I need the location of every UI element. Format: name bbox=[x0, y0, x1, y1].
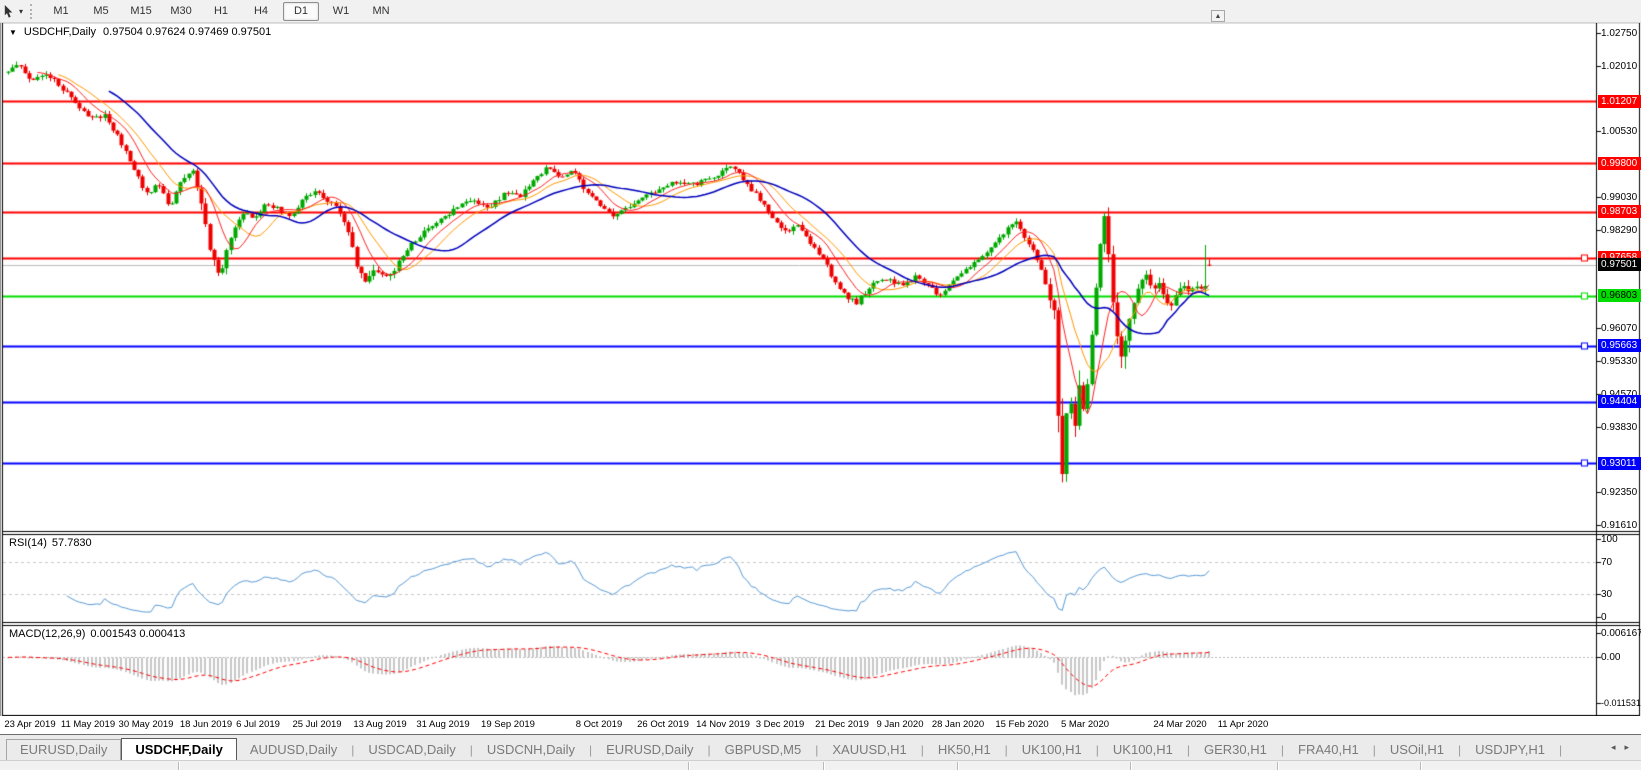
date-tick-label: 5 Mar 2020 bbox=[1060, 719, 1110, 730]
scrollbar-up-button[interactable]: ▲ bbox=[1211, 10, 1225, 22]
rsi-indicator-label: RSI(14) 57.7830 bbox=[9, 537, 97, 549]
status-bar-separator bbox=[1130, 762, 1132, 770]
date-tick-label: 19 Sep 2019 bbox=[481, 719, 535, 730]
tab-separator: | bbox=[1559, 743, 1563, 757]
level-price-label: 0.96803 bbox=[1598, 289, 1641, 303]
tab-scroll-arrows: ◂ ▸ bbox=[1611, 735, 1629, 760]
ohlc-values: 0.97504 0.97624 0.97469 0.97501 bbox=[103, 26, 272, 38]
status-bar-separator bbox=[957, 762, 959, 770]
macd-values: 0.001543 0.000413 bbox=[90, 628, 186, 640]
chart-tabs-bar: EURUSD,Daily USDCHF,Daily AUDUSD,Daily | USD… bbox=[0, 734, 1641, 760]
level-price-label: 0.93011 bbox=[1598, 456, 1641, 470]
price-tick-label: 0.96070 bbox=[1601, 323, 1638, 335]
tab-uk100-h1[interactable]: UK100,H1 bbox=[1100, 740, 1186, 760]
date-tick-label: 11 Apr 2020 bbox=[1217, 719, 1269, 730]
status-bar-separator bbox=[688, 762, 690, 770]
timeframe-button-m30[interactable]: M30 bbox=[163, 2, 199, 21]
date-tick-label: 8 Oct 2019 bbox=[575, 719, 623, 730]
price-tick-label: 0.92350 bbox=[1601, 487, 1638, 499]
tab-hk50-h1[interactable]: HK50,H1 bbox=[925, 740, 1004, 760]
tab-fra40-h1[interactable]: FRA40,H1 bbox=[1285, 740, 1372, 760]
time-axis: 23 Apr 2019 11 May 2019 30 May 2019 18 Jun … bbox=[0, 716, 1641, 734]
date-tick-label: 31 Aug 2019 bbox=[416, 719, 470, 730]
level-price-label: 0.99800 bbox=[1598, 156, 1641, 170]
symbol-dropdown-icon[interactable]: ▼ bbox=[9, 28, 17, 37]
price-chart-canvas[interactable] bbox=[0, 22, 1641, 716]
rsi-value: 57.7830 bbox=[51, 537, 92, 549]
date-tick-label: 28 Jan 2020 bbox=[931, 719, 985, 730]
price-tick-label: 0.98290 bbox=[1601, 224, 1638, 236]
chart-title: ▼ USDCHF,Daily 0.97504 0.97624 0.97469 0… bbox=[9, 26, 271, 38]
tab-usdcnh-daily[interactable]: USDCNH,Daily bbox=[474, 740, 588, 760]
macd-tick-label: -0.011531 bbox=[1601, 698, 1641, 708]
chevron-down-icon[interactable]: ▾ bbox=[19, 7, 23, 16]
rsi-tick-label: 100 bbox=[1601, 534, 1618, 545]
top-toolbar: ▾ M1 M5 M15 M30 H1 H4 D1 W1 MN ▲ bbox=[0, 0, 1641, 23]
macd-indicator-label: MACD(12,26,9) 0.001543 0.000413 bbox=[9, 628, 190, 640]
tab-usoil-h1[interactable]: USOil,H1 bbox=[1377, 740, 1457, 760]
tab-eurusd-daily[interactable]: EURUSD,Daily bbox=[593, 740, 706, 760]
level-price-label: 0.98703 bbox=[1598, 205, 1641, 219]
rsi-tick-label: 0 bbox=[1601, 612, 1607, 623]
status-bar-separator bbox=[1420, 762, 1422, 770]
status-bar-separator bbox=[178, 762, 180, 770]
price-tick-label: 0.95330 bbox=[1601, 355, 1638, 367]
macd-tick-label: 0.00 bbox=[1601, 652, 1621, 664]
tab-uk100-h1[interactable]: UK100,H1 bbox=[1009, 740, 1095, 760]
timeframe-button-m1[interactable]: M1 bbox=[43, 2, 79, 21]
price-tick-label: 0.99030 bbox=[1601, 192, 1638, 204]
cursor-tool-button[interactable]: ▾ bbox=[2, 4, 23, 19]
timeframe-button-m15[interactable]: M15 bbox=[123, 2, 159, 21]
tab-scroll-left-icon[interactable]: ◂ bbox=[1611, 742, 1616, 753]
tab-ger30-h1[interactable]: GER30,H1 bbox=[1191, 740, 1280, 760]
macd-name: MACD(12,26,9) bbox=[9, 628, 86, 640]
tab-usdcad-daily[interactable]: USDCAD,Daily bbox=[355, 740, 468, 760]
timeframe-button-mn[interactable]: MN bbox=[363, 2, 399, 21]
timeframe-button-group: M1 M5 M15 M30 H1 H4 D1 W1 MN bbox=[41, 1, 401, 21]
status-bar bbox=[0, 760, 1641, 770]
timeframe-button-w1[interactable]: W1 bbox=[323, 2, 359, 21]
price-tick-label: 0.93830 bbox=[1601, 421, 1638, 433]
cursor-arrow-icon bbox=[4, 4, 13, 18]
tab-usdjpy-h1[interactable]: USDJPY,H1 bbox=[1462, 740, 1558, 760]
rsi-name: RSI(14) bbox=[9, 537, 47, 549]
timeframe-button-h1[interactable]: H1 bbox=[203, 2, 239, 21]
level-price-label: 0.97501 bbox=[1598, 258, 1641, 272]
rsi-tick-label: 70 bbox=[1601, 557, 1613, 569]
tab-usdchf-daily[interactable]: USDCHF,Daily bbox=[121, 738, 237, 760]
tab-xauusd-h1[interactable]: XAUUSD,H1 bbox=[819, 740, 919, 760]
tab-scroll-right-icon[interactable]: ▸ bbox=[1624, 742, 1629, 753]
macd-tick-label: 0.006167 bbox=[1601, 628, 1641, 639]
price-tick-label: 0.91610 bbox=[1601, 520, 1638, 531]
level-price-label: 0.94404 bbox=[1598, 395, 1641, 409]
level-price-label: 1.01207 bbox=[1598, 94, 1641, 108]
timeframe-button-d1[interactable]: D1 bbox=[283, 1, 320, 21]
rsi-tick-label: 30 bbox=[1601, 588, 1613, 600]
timeframe-button-h4[interactable]: H4 bbox=[243, 2, 279, 21]
timeframe-button-m5[interactable]: M5 bbox=[83, 2, 119, 21]
status-bar-separator bbox=[1277, 762, 1279, 770]
tab-audusd-daily[interactable]: AUDUSD,Daily bbox=[237, 740, 350, 760]
symbol-label: USDCHF,Daily bbox=[23, 26, 97, 38]
tab-gbpusd-m5[interactable]: GBPUSD,M5 bbox=[712, 740, 815, 760]
price-tick-label: 1.02750 bbox=[1601, 28, 1638, 39]
price-tick-label: 1.02010 bbox=[1601, 60, 1638, 72]
toolbar-gripper bbox=[30, 3, 33, 19]
level-price-label: 0.95663 bbox=[1598, 339, 1641, 353]
price-tick-label: 1.00530 bbox=[1601, 126, 1638, 138]
chart-window: ▼ USDCHF,Daily 0.97504 0.97624 0.97469 0… bbox=[0, 22, 1641, 716]
status-bar-separator bbox=[823, 762, 825, 770]
tab-eurusd-daily[interactable]: EURUSD,Daily bbox=[6, 739, 122, 760]
